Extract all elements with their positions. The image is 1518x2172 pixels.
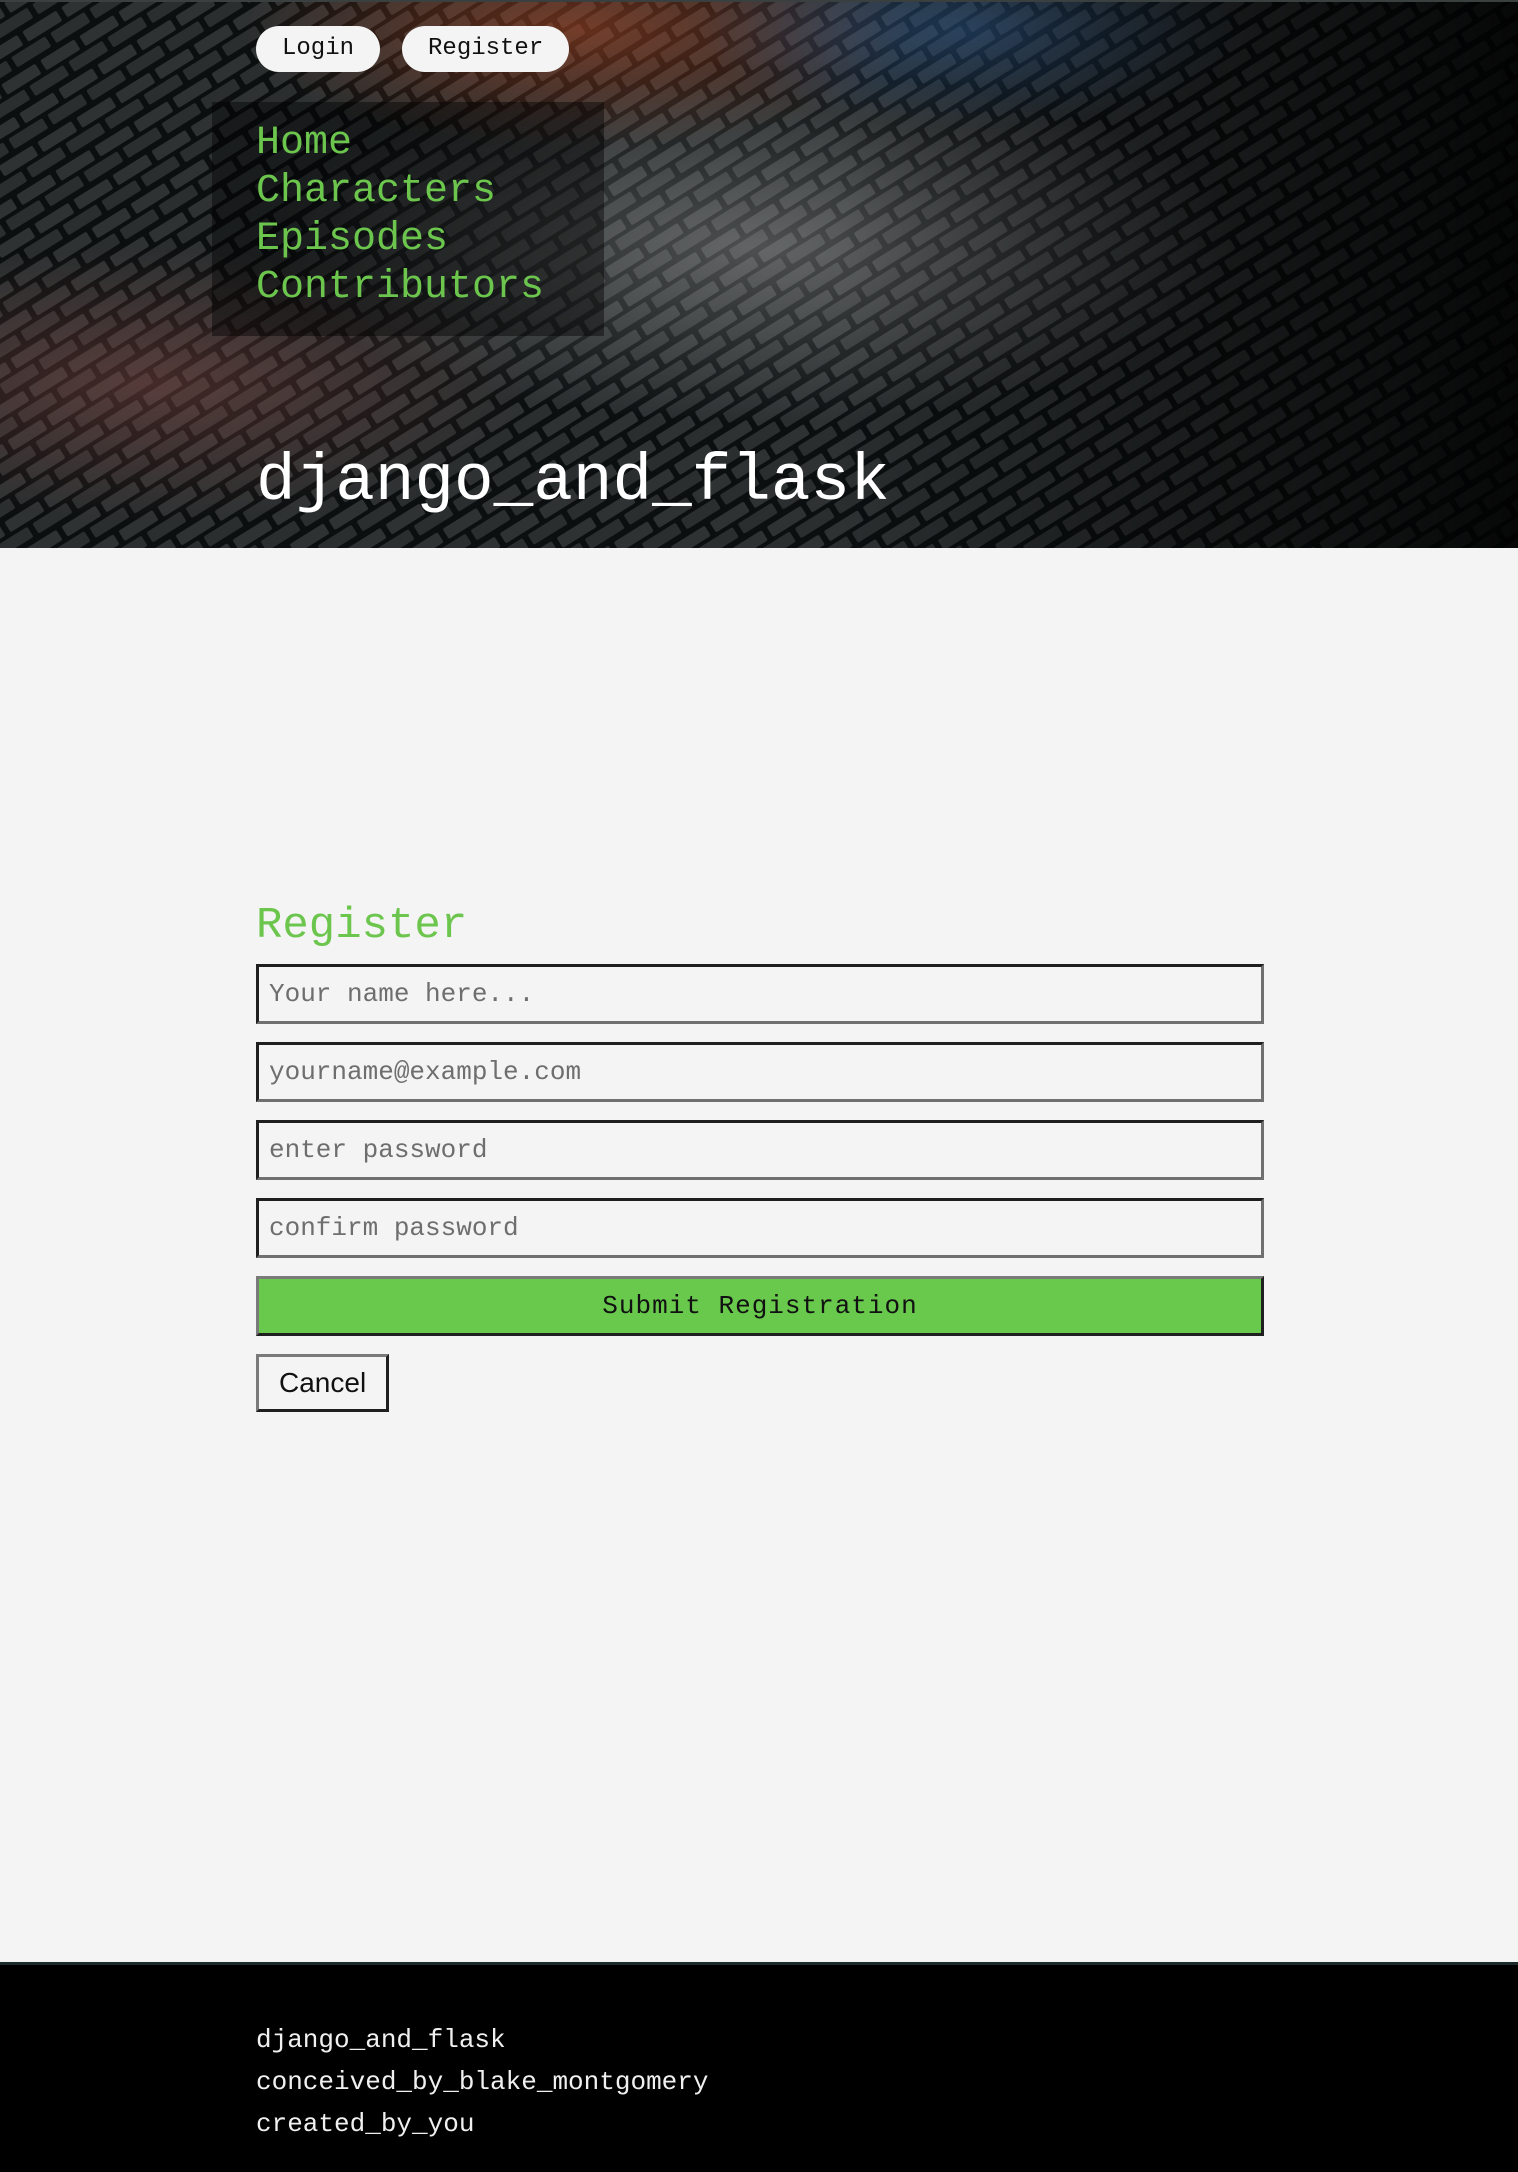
site-footer: django_and_flask conceived_by_blake_mont… bbox=[0, 1962, 1518, 2172]
login-button[interactable]: Login bbox=[256, 26, 381, 72]
submit-registration-button[interactable]: Submit Registration bbox=[256, 1276, 1264, 1336]
nav-link-episodes[interactable]: Episodes bbox=[256, 216, 544, 264]
cancel-button[interactable]: Cancel bbox=[256, 1354, 390, 1412]
footer-site-name: django_and_flask bbox=[256, 2025, 506, 2055]
nav-link-characters[interactable]: Characters bbox=[256, 168, 544, 216]
footer-created-by: created_by_you bbox=[256, 2109, 475, 2139]
footer-conceived-by: conceived_by_blake_montgomery bbox=[256, 2067, 709, 2097]
main-nav: Home Characters Episodes Contributors bbox=[256, 120, 544, 312]
form-title: Register bbox=[256, 901, 468, 951]
site-header: Login Register Home Characters Episodes … bbox=[0, 0, 1518, 548]
footer-credits: django_and_flask conceived_by_blake_mont… bbox=[256, 2019, 708, 2145]
nav-link-contributors[interactable]: Contributors bbox=[256, 264, 544, 312]
name-input[interactable] bbox=[256, 964, 1264, 1024]
site-title: django_and_flask bbox=[256, 444, 890, 519]
register-form: Register Submit Registration Cancel bbox=[256, 900, 1264, 1412]
auth-buttons: Login Register bbox=[256, 26, 570, 72]
email-input[interactable] bbox=[256, 1042, 1264, 1102]
confirm-password-input[interactable] bbox=[256, 1198, 1264, 1258]
password-input[interactable] bbox=[256, 1120, 1264, 1180]
nav-link-home[interactable]: Home bbox=[256, 120, 544, 168]
register-button[interactable]: Register bbox=[402, 26, 570, 72]
